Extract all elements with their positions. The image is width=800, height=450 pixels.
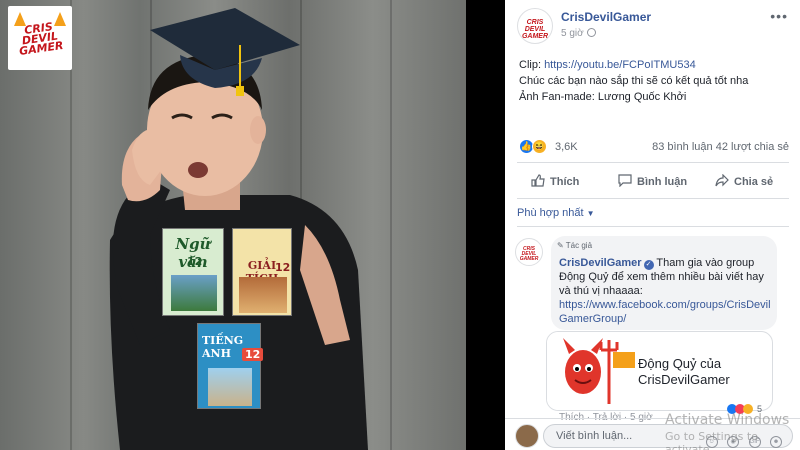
comment-sort-dropdown[interactable]: Phù hợp nhất ▼: [517, 207, 595, 219]
devil-mascot-image: [547, 332, 635, 410]
post-author-name[interactable]: CrisDevilGamer: [561, 10, 651, 24]
like-icon: [531, 174, 545, 187]
verified-badge-icon: ✓: [643, 260, 654, 270]
link-preview-card[interactable]: Động Quỷ của CrisDevilGamer: [546, 331, 773, 411]
post-header: CRIS DEVIL GAMER CrisDevilGamer 5 giờ •••: [505, 0, 800, 48]
post-panel: CRIS DEVIL GAMER CrisDevilGamer 5 giờ ••• …: [505, 0, 800, 450]
book-tieng-anh: TIẾNG ANH 12: [197, 323, 264, 409]
book-giai-tich-number: 12: [275, 261, 291, 274]
action-bar: Thích Bình luận Chia sẻ: [517, 170, 789, 194]
comment-text: CrisDevilGamer ✓ Tham gia vào group Động …: [559, 257, 771, 325]
post-line-2: Chúc các bạn nào sắp thi sẽ có kết quả t…: [519, 75, 749, 87]
book-ngu-van: Ngữ văn 12: [162, 228, 224, 316]
globe-icon: [586, 28, 596, 37]
caret-down-icon: ▼: [586, 209, 595, 218]
clip-link[interactable]: https://youtu.be/FCPoITMU534: [544, 59, 696, 71]
group-link[interactable]: https://www.facebook.com/groups/CrisDevi…: [559, 299, 771, 325]
post-photo[interactable]: Ngữ văn 12 GIẢI TÍCH 12 TIẾNG ANH 12 CRI…: [0, 0, 466, 450]
comment-button[interactable]: Bình luận: [618, 174, 687, 188]
book-ngu-van-number: 12: [187, 255, 203, 268]
author-avatar[interactable]: CRIS DEVIL GAMER: [517, 8, 553, 44]
book-giai-tich: GIẢI TÍCH 12: [232, 228, 292, 316]
divider: [517, 226, 789, 227]
share-button[interactable]: Chia sẻ: [715, 174, 773, 188]
reaction-bar: 👍 😆 3,6K 83 bình luận 42 lượt chia sẻ: [519, 138, 789, 156]
channel-logo: CRIS DEVIL GAMER: [8, 6, 72, 70]
link-card-title: Động Quỷ của CrisDevilGamer: [638, 356, 730, 387]
like-button[interactable]: Thích: [531, 174, 579, 188]
comment-avatar[interactable]: CRIS DEVIL GAMER: [515, 238, 543, 266]
post-text: Clip: https://youtu.be/FCPoITMU534 Chúc …: [519, 57, 789, 105]
viewer-avatar[interactable]: [515, 424, 539, 448]
reaction-count[interactable]: 3,6K: [555, 141, 578, 153]
share-icon: [715, 174, 729, 187]
author-badge: ✎ Tác giả: [557, 241, 593, 250]
viewer-gap: [466, 0, 505, 450]
comment-share-counts[interactable]: 83 bình luận 42 lượt chia sẻ: [652, 141, 789, 153]
windows-activation-watermark: Activate Windows Go to Settings to activ…: [665, 412, 790, 450]
comment-icon: [618, 174, 632, 187]
divider: [517, 162, 789, 163]
post-line-3: Ảnh Fan-made: Lương Quốc Khởi: [519, 91, 687, 103]
more-icon[interactable]: •••: [770, 8, 788, 24]
post-time[interactable]: 5 giờ: [561, 28, 596, 39]
comment-input-placeholder: Viết bình luận...: [556, 430, 633, 442]
haha-reaction-icon[interactable]: 😆: [532, 139, 547, 154]
screen: Ngữ văn 12 GIẢI TÍCH 12 TIẾNG ANH 12 CRI…: [0, 0, 800, 450]
comment-author-name[interactable]: CrisDevilGamer: [559, 257, 642, 269]
channel-logo-text: CRIS DEVIL GAMER: [18, 20, 65, 58]
divider: [517, 198, 789, 199]
book-tieng-anh-number: 12: [242, 348, 264, 361]
